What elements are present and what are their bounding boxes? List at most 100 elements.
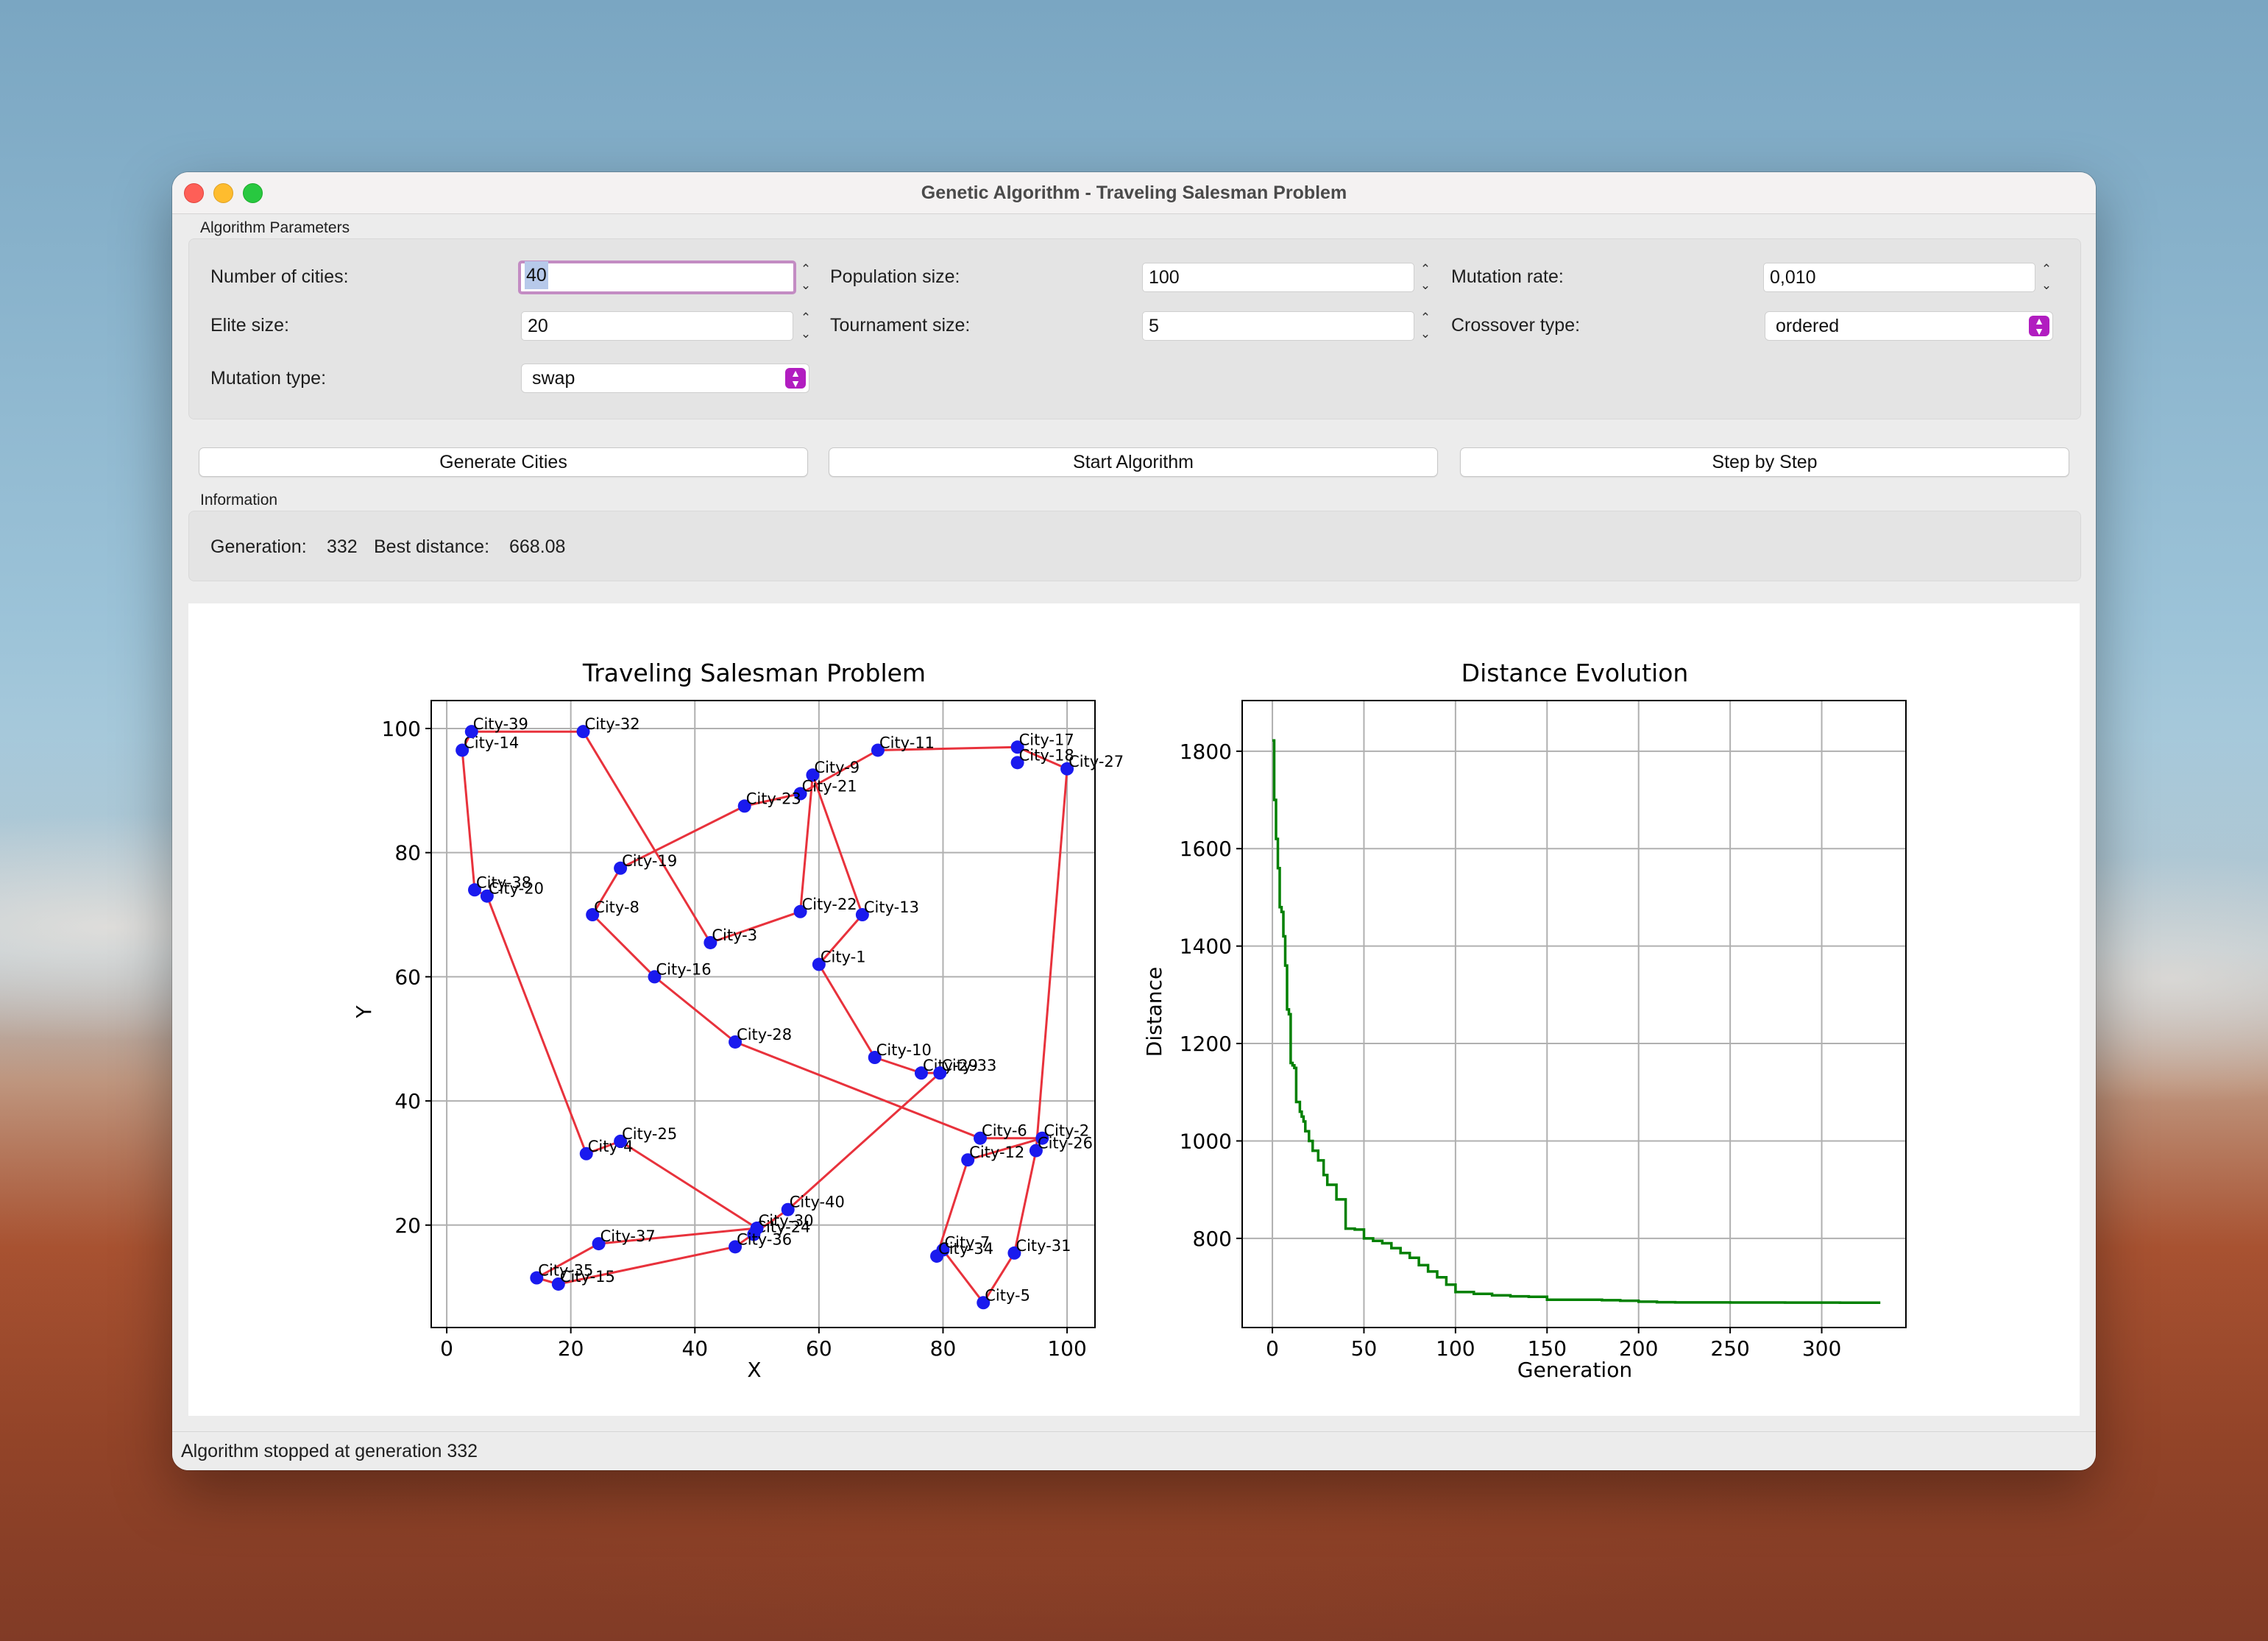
chevron-down-icon[interactable]: ⌄ [1417, 278, 1434, 293]
mutation-rate-input[interactable]: 0,010 [1763, 263, 2035, 292]
city-label: City-22 [802, 896, 857, 913]
city-label: City-34 [938, 1240, 993, 1258]
num-cities-input[interactable]: 40 [518, 260, 796, 294]
mutation-type-select[interactable]: swap ▲ ▼ [521, 364, 809, 393]
y-tick-label: 80 [394, 841, 421, 865]
status-text: Algorithm stopped at generation 332 [181, 1441, 478, 1461]
tournament-size-label: Tournament size: [830, 315, 971, 336]
city-label: City-28 [737, 1026, 792, 1043]
city-label: City-13 [864, 899, 919, 916]
evolution-chart-title: Distance Evolution [1461, 659, 1689, 687]
start-algorithm-button[interactable]: Start Algorithm [829, 447, 1438, 477]
chevron-up-icon[interactable]: ⌃ [1417, 311, 1434, 325]
generate-cities-button[interactable]: Generate Cities [199, 447, 808, 477]
y-tick-label: 1400 [1180, 935, 1232, 959]
x-tick-label: 100 [1436, 1336, 1475, 1361]
chevron-up-icon[interactable]: ⌃ [2038, 262, 2055, 277]
mutation-type-label: Mutation type: [210, 368, 327, 389]
y-tick-label: 1000 [1180, 1129, 1232, 1153]
city-label: City-31 [1016, 1237, 1071, 1255]
window-title: Genetic Algorithm - Traveling Salesman P… [921, 182, 1347, 203]
city-label: City-21 [802, 778, 857, 795]
chevron-up-icon[interactable]: ⌃ [1417, 262, 1434, 277]
crossover-type-select[interactable]: ordered ▲ ▼ [1765, 311, 2053, 341]
y-tick-label: 40 [394, 1089, 421, 1113]
route-line-1 [461, 730, 941, 1286]
x-tick-label: 300 [1802, 1336, 1841, 1361]
city-label: City-25 [622, 1125, 677, 1143]
x-tick-label: 20 [558, 1336, 584, 1361]
app-window: Genetic Algorithm - Traveling Salesman P… [172, 172, 2096, 1470]
tournament-size-stepper[interactable]: ⌃ ⌄ [1417, 311, 1434, 343]
population-stepper[interactable]: ⌃ ⌄ [1417, 262, 1434, 294]
mutation-rate-stepper[interactable]: ⌃ ⌄ [2038, 262, 2055, 294]
x-tick-label: 100 [1047, 1336, 1086, 1361]
chevron-down-icon[interactable]: ⌄ [798, 278, 814, 293]
chevron-down-icon[interactable]: ⌄ [1417, 327, 1434, 341]
plots-svg: Traveling Salesman Problem X Y City-1 Cit… [352, 659, 1907, 1382]
x-tick-label: 0 [1266, 1336, 1279, 1361]
city-label: City-36 [737, 1230, 792, 1248]
city-label: City-27 [1069, 753, 1124, 770]
y-tick-label: 20 [394, 1213, 421, 1238]
x-tick-label: 200 [1619, 1336, 1658, 1361]
tournament-size-input[interactable]: 5 [1142, 311, 1414, 341]
best-distance-label: Best distance: [374, 536, 490, 557]
city-label: City-33 [941, 1057, 996, 1074]
num-cities-label: Number of cities: [210, 266, 349, 287]
tsp-y-axis-label: Y [352, 1005, 376, 1019]
evolution-y-axis-label: Distance [1142, 967, 1166, 1057]
city-label: City-32 [585, 715, 640, 733]
title-bar: Genetic Algorithm - Traveling Salesman P… [172, 172, 2096, 214]
elite-size-label: Elite size: [210, 315, 289, 336]
population-input[interactable]: 100 [1142, 263, 1414, 292]
elite-size-input[interactable]: 20 [521, 311, 793, 341]
status-bar: Algorithm stopped at generation 332 [172, 1431, 2096, 1470]
city-label: City-40 [790, 1194, 845, 1211]
mutation-rate-label: Mutation rate: [1451, 266, 1564, 287]
chevron-up-icon[interactable]: ⌃ [798, 262, 814, 277]
elite-size-stepper[interactable]: ⌃ ⌄ [798, 311, 814, 343]
city-label: City-19 [622, 852, 677, 870]
city-label: City-12 [969, 1144, 1024, 1161]
tsp-x-axis-label: X [747, 1358, 761, 1382]
y-tick-label: 1800 [1180, 740, 1232, 764]
tsp-chart-title: Traveling Salesman Problem [582, 659, 926, 687]
crossover-type-label: Crossover type: [1451, 315, 1581, 336]
chevron-up-icon[interactable]: ⌃ [798, 311, 814, 325]
city-label: City-38 [476, 873, 531, 891]
params-section-label: Algorithm Parameters [200, 219, 350, 236]
y-tick-label: 1200 [1180, 1032, 1232, 1056]
city-label: City-5 [985, 1286, 1030, 1304]
select-arrows-icon: ▲ ▼ [2029, 316, 2049, 336]
chevron-down-icon[interactable]: ⌄ [2038, 278, 2055, 293]
select-arrows-icon: ▲ ▼ [785, 368, 806, 389]
x-tick-label: 50 [1351, 1336, 1378, 1361]
city-label: City-8 [594, 899, 639, 916]
city-label: City-1 [821, 949, 866, 966]
y-tick-label: 1600 [1180, 837, 1232, 861]
y-tick-label: 60 [394, 965, 421, 989]
city-label: City-18 [1019, 746, 1074, 764]
evolution-plot-frame [1241, 700, 1907, 1328]
generation-label: Generation: [210, 536, 307, 557]
population-label: Population size: [830, 266, 960, 287]
city-label: City-23 [746, 790, 801, 807]
step-by-step-button[interactable]: Step by Step [1460, 447, 2069, 477]
num-cities-stepper[interactable]: ⌃ ⌄ [798, 262, 814, 294]
best-distance-value: 668.08 [509, 536, 566, 557]
x-tick-label: 0 [440, 1336, 453, 1361]
city-label: City-26 [1038, 1135, 1093, 1152]
city-label: City-11 [879, 734, 935, 751]
chevron-down-icon[interactable]: ⌄ [798, 327, 814, 341]
city-label: City-39 [473, 715, 528, 733]
generation-value: 332 [327, 536, 358, 557]
y-tick-label: 100 [382, 717, 421, 741]
info-section-label: Information [200, 492, 278, 508]
city-label: City-35 [538, 1262, 593, 1280]
x-tick-label: 250 [1710, 1336, 1749, 1361]
y-tick-label: 800 [1193, 1227, 1232, 1251]
city-label: City-6 [982, 1122, 1027, 1140]
x-tick-label: 150 [1528, 1336, 1567, 1361]
city-label: City-37 [600, 1227, 656, 1245]
